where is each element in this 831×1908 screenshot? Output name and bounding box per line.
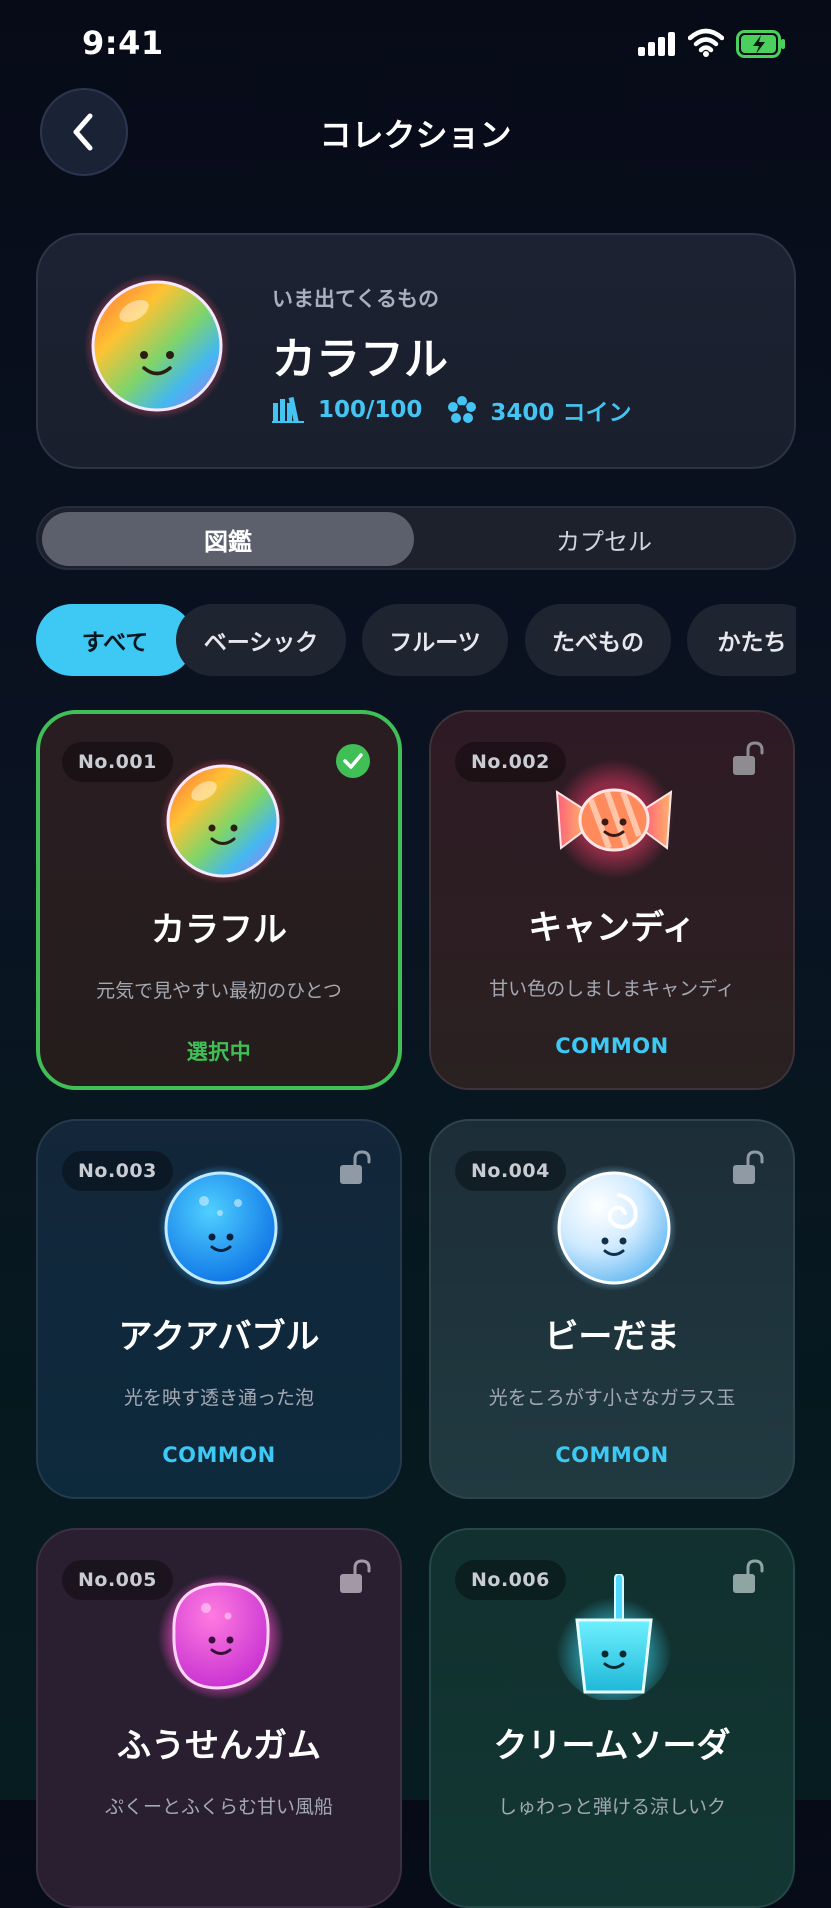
chip-all[interactable]: すべて	[36, 604, 194, 676]
card-number: No.005	[62, 1560, 173, 1600]
card-name: カラフル	[151, 910, 287, 950]
cellular-signal-icon	[638, 32, 678, 56]
card-rarity: COMMON	[162, 1443, 276, 1467]
progress-stat: 100/100	[272, 397, 422, 423]
status-bar: 9:41	[0, 0, 831, 90]
marble-icon	[551, 1165, 677, 1291]
collection-card-003[interactable]: No.003 アクアバブル 光を映す透き通った泡 COMMON	[36, 1119, 402, 1499]
unlock-icon	[733, 1150, 764, 1184]
card-description: 甘い色のしましまキャンディ	[489, 978, 735, 1000]
card-name: ふうせんガム	[117, 1726, 321, 1766]
tab-zukan[interactable]: 図鑑	[42, 512, 414, 566]
card-description: 光を映す透き通った泡	[123, 1387, 314, 1409]
rainbow-orb-icon	[84, 273, 230, 419]
tab-capsule[interactable]: カプセル	[418, 512, 790, 566]
unlock-icon	[733, 1559, 764, 1593]
collection-card-006[interactable]: No.006 クリームソーダ しゅわっと弾ける涼しいク	[429, 1528, 795, 1908]
card-description: 光をころがす小さなガラス玉	[488, 1387, 736, 1409]
progress-count: 100/100	[318, 397, 423, 423]
card-description: 元気で見やすい最初のひとつ	[96, 980, 342, 1002]
coin-cluster-icon	[448, 396, 477, 423]
current-item-name: カラフル	[272, 334, 448, 385]
status-time: 9:41	[82, 24, 164, 62]
unlock-icon	[340, 1150, 371, 1184]
chip-food[interactable]: たべもの	[525, 604, 671, 676]
current-item-stats: 100/100 3400 コイン	[272, 393, 657, 427]
card-description: しゅわっと弾ける涼しいク	[497, 1796, 726, 1818]
card-name: キャンディ	[528, 908, 696, 948]
collection-card-001[interactable]: No.001 カラフル 元気で見やすい最初のひとつ 選択中	[36, 710, 402, 1090]
page-title: コレクション	[319, 116, 512, 154]
card-name: クリームソーダ	[493, 1726, 731, 1766]
card-number: No.003	[62, 1151, 173, 1191]
card-description: ぷくーとふくらむ甘い風船	[104, 1796, 333, 1818]
wifi-icon	[688, 28, 724, 57]
card-status: 選択中	[186, 1040, 252, 1064]
collection-card-004[interactable]: No.004 ビーだま 光をころがす小さなガラス玉 COMMON	[429, 1119, 795, 1499]
chip-fruits[interactable]: フルーツ	[362, 604, 508, 676]
bubblegum-icon	[158, 1574, 284, 1700]
cream-soda-icon	[556, 1574, 672, 1700]
battery-charging-icon	[736, 30, 785, 58]
check-circle-icon	[336, 744, 370, 778]
candy-icon	[554, 759, 674, 879]
card-rarity: COMMON	[555, 1034, 669, 1058]
card-number: No.006	[455, 1560, 566, 1600]
chip-basic[interactable]: ベーシック	[176, 604, 346, 676]
navigation-bar: コレクション	[0, 88, 831, 178]
card-name: アクアバブル	[118, 1317, 320, 1357]
unlock-icon	[340, 1559, 371, 1593]
unlock-icon	[733, 741, 764, 775]
rainbow-orb-icon	[160, 758, 286, 884]
card-number: No.001	[62, 742, 173, 782]
collection-books-icon	[272, 397, 304, 423]
aqua-bubble-icon	[158, 1165, 284, 1291]
current-item-subtitle: いま出てくるもの	[272, 287, 439, 311]
current-item-card: いま出てくるもの カラフル 100/100 3400 コイン	[36, 233, 796, 469]
category-filter-chips: すべて ベーシック フルーツ たべもの かたち	[36, 604, 796, 676]
card-name: ビーだま	[544, 1317, 680, 1357]
card-rarity: COMMON	[555, 1443, 669, 1467]
coin-count: 3400 コイン	[490, 400, 632, 426]
collection-card-002[interactable]: No.002 キャンディ 甘い色のしましまキャンディ COMMON	[429, 710, 795, 1090]
coin-stat: 3400 コイン	[448, 393, 631, 427]
card-number: No.004	[455, 1151, 566, 1191]
chip-shapes[interactable]: かたち	[687, 604, 796, 676]
collection-card-005[interactable]: No.005 ふうせんガム ぷくーとふくらむ甘い風船	[36, 1528, 402, 1908]
segmented-control: 図鑑 カプセル	[36, 506, 796, 570]
